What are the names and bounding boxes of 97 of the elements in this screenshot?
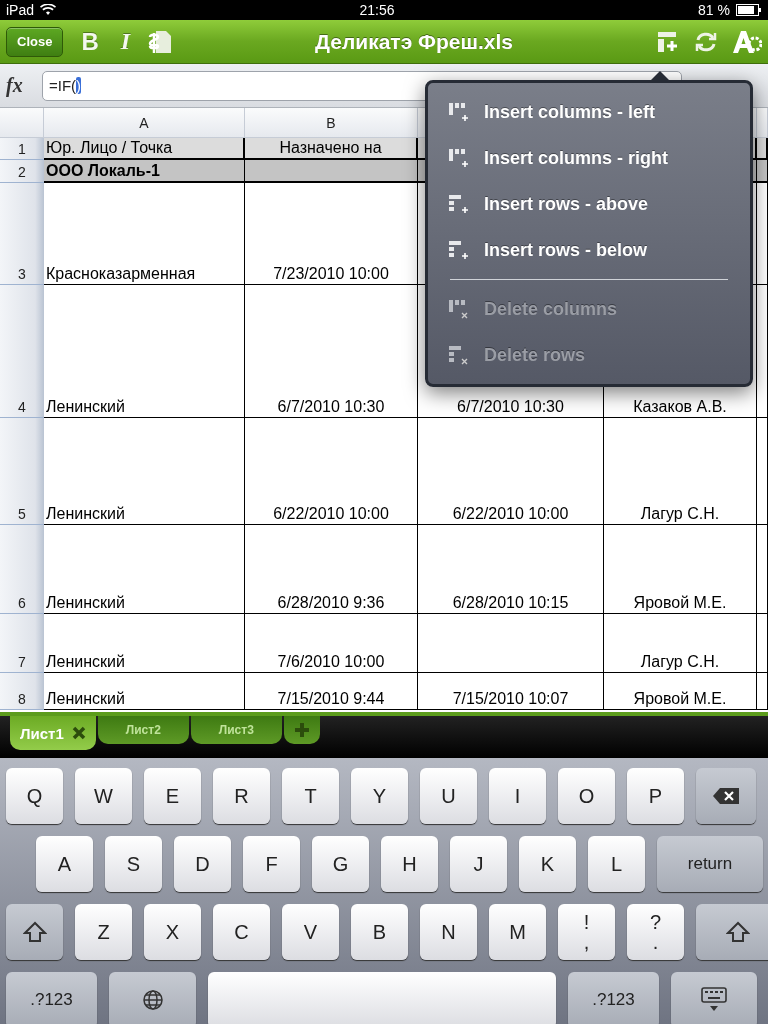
table-cell: 6/7/2010 10:30 (245, 285, 418, 418)
menu-item[interactable]: Insert rows - below (428, 227, 750, 273)
table-cell: ООО Локаль-1 (44, 160, 245, 183)
table-cell: 7/23/2010 10:00 (245, 183, 418, 285)
delete-cells-icon (448, 345, 470, 365)
plus-icon (293, 722, 310, 738)
row-header[interactable]: 8 (0, 673, 44, 710)
key[interactable]: S (105, 836, 162, 892)
insert-cells-button[interactable] (656, 29, 680, 54)
table-cell: Красноказарменная (44, 183, 245, 285)
key[interactable]: X (144, 904, 201, 960)
row-header[interactable]: 7 (0, 614, 44, 673)
key[interactable]: D (174, 836, 231, 892)
row-header[interactable]: 4 (0, 285, 44, 418)
table-cell: Лагур С.Н. (604, 614, 757, 673)
key[interactable]: B (351, 904, 408, 960)
key[interactable]: ! , (558, 904, 615, 960)
table-cell: Ленинский (44, 673, 245, 710)
key[interactable]: P (627, 768, 684, 824)
close-button[interactable]: Close (6, 26, 64, 57)
key[interactable]: N (420, 904, 477, 960)
globe-icon (141, 989, 164, 1011)
key[interactable]: L (588, 836, 645, 892)
key[interactable]: A (36, 836, 93, 892)
insert-cells-icon (448, 240, 470, 260)
row-header[interactable]: 5 (0, 418, 44, 525)
key[interactable]: H (381, 836, 438, 892)
key[interactable]: C (213, 904, 270, 960)
table-cell: Ленинский (44, 285, 245, 418)
currency-format-button[interactable] (148, 28, 173, 55)
refresh-button[interactable] (694, 30, 718, 53)
key[interactable]: U (420, 768, 477, 824)
table-cell: Ленинский (44, 614, 245, 673)
table-cell: Назначено на (245, 138, 418, 160)
key[interactable]: G (312, 836, 369, 892)
row-header[interactable]: 3 (0, 183, 44, 285)
insert-cells-icon (448, 194, 470, 214)
row-header[interactable]: 6 (0, 525, 44, 614)
table-cell: 7/6/2010 10:00 (245, 614, 418, 673)
table-cell: Юр. Лицо / Точка (44, 138, 245, 160)
shift-right-key[interactable] (696, 904, 768, 960)
return-key[interactable]: return (657, 836, 763, 892)
text-settings-button[interactable] (732, 28, 762, 55)
key[interactable]: J (450, 836, 507, 892)
table-cell: 7/15/2010 9:44 (245, 673, 418, 710)
table-cell: Ленинский (44, 525, 245, 614)
key[interactable]: E (144, 768, 201, 824)
key[interactable]: O (558, 768, 615, 824)
symbols-key[interactable]: .?123 (6, 972, 97, 1024)
close-icon (71, 726, 86, 740)
key[interactable]: I (489, 768, 546, 824)
key[interactable]: Y (351, 768, 408, 824)
shift-key[interactable] (6, 904, 63, 960)
add-sheet-button[interactable] (283, 716, 320, 744)
insert-cells-icon (448, 148, 470, 168)
key[interactable]: F (243, 836, 300, 892)
row-header[interactable]: 1 (0, 138, 44, 160)
insert-cells-icon (448, 102, 470, 122)
table-cell: 6/28/2010 9:36 (245, 525, 418, 614)
device-name: iPad (6, 2, 35, 18)
battery-icon (736, 4, 762, 16)
globe-key[interactable] (109, 972, 196, 1024)
battery-percent: 81 % (698, 2, 730, 18)
shift-icon (726, 921, 750, 943)
symbols-key[interactable]: .?123 (568, 972, 659, 1024)
document-title: Деликатэ Фреш.xls (314, 29, 515, 54)
key[interactable]: T (282, 768, 339, 824)
column-header[interactable]: A (44, 108, 245, 138)
keyboard-hide-icon (700, 987, 728, 1013)
delete-cells-icon (448, 299, 470, 319)
table-cell: Яровой М.Е. (604, 673, 757, 710)
key[interactable]: V (282, 904, 339, 960)
row-header[interactable]: 2 (0, 160, 44, 183)
wifi-icon (40, 4, 57, 16)
key[interactable]: Z (75, 904, 132, 960)
key[interactable]: Q (6, 768, 63, 824)
menu-item[interactable]: Insert rows - above (428, 181, 750, 227)
column-header[interactable]: B (245, 108, 418, 138)
backspace-key[interactable] (696, 768, 756, 824)
key[interactable]: M (489, 904, 546, 960)
shift-icon (22, 921, 47, 943)
table-cell: 6/22/2010 10:00 (245, 418, 418, 525)
function-label: fx (6, 74, 24, 97)
table-cell: Ленинский (44, 418, 245, 525)
clock: 21:56 (359, 2, 395, 18)
table-cell: 6/28/2010 10:15 (418, 525, 604, 614)
key[interactable]: W (75, 768, 132, 824)
hide-key[interactable] (671, 972, 757, 1024)
key[interactable]: ? . (627, 904, 684, 960)
menu-item[interactable]: Insert columns - right (428, 135, 750, 181)
table-cell: 6/22/2010 10:00 (418, 418, 604, 525)
key[interactable]: R (213, 768, 270, 824)
table-cell: 7/15/2010 10:07 (418, 673, 604, 710)
table-cell: Лагур С.Н. (604, 418, 757, 525)
backspace-icon (712, 787, 740, 805)
key[interactable]: K (519, 836, 576, 892)
table-cell: Яровой М.Е. (604, 525, 757, 614)
